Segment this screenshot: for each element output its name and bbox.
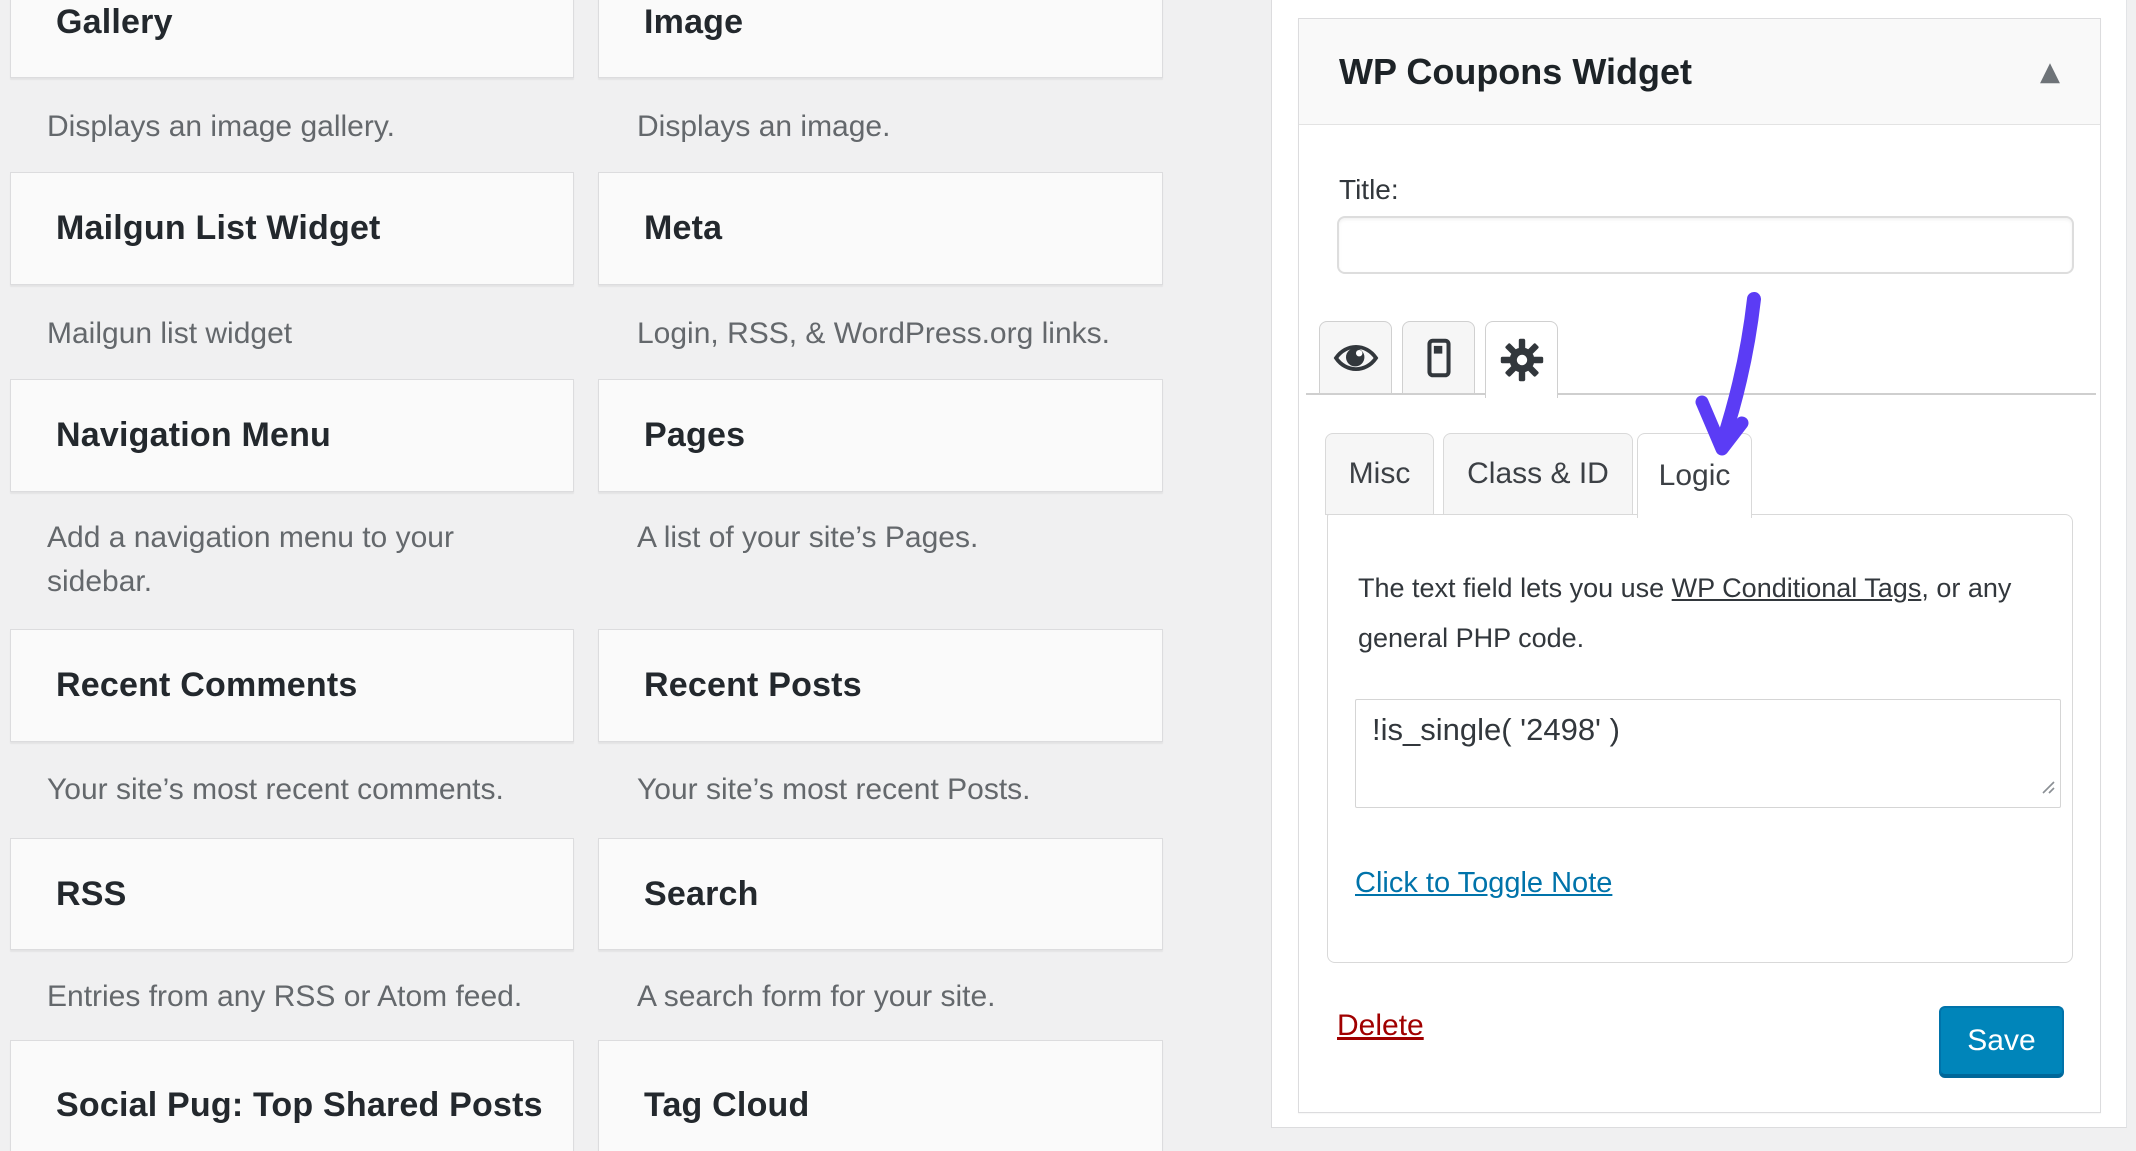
widget-desc-meta: Login, RSS, & WordPress.org links. bbox=[637, 317, 1110, 350]
widget-card-title: RSS bbox=[56, 874, 127, 913]
tab-class-id[interactable]: Class & ID bbox=[1443, 433, 1633, 515]
wordpress-widgets-screen: Gallery Image Displays an image gallery.… bbox=[0, 0, 2136, 1151]
widget-desc-image: Displays an image. bbox=[637, 110, 891, 143]
widget-card-rss[interactable]: RSS bbox=[10, 838, 574, 950]
tab-visibility[interactable] bbox=[1319, 321, 1392, 394]
widget-card-navigation-menu[interactable]: Navigation Menu bbox=[10, 379, 574, 492]
logic-help-text: The text field lets you use WP Condition… bbox=[1358, 563, 2058, 663]
collapse-toggle-icon[interactable]: ▲ bbox=[2040, 57, 2060, 87]
mobile-device-icon bbox=[1417, 336, 1461, 380]
widget-card-mailgun[interactable]: Mailgun List Widget bbox=[10, 172, 574, 285]
logic-tab-panel: The text field lets you use WP Condition… bbox=[1327, 514, 2073, 963]
widget-card-search[interactable]: Search bbox=[598, 838, 1163, 950]
widget-card-recent-comments[interactable]: Recent Comments bbox=[10, 629, 574, 742]
tab-mobile[interactable] bbox=[1402, 321, 1475, 394]
widget-card-title: Recent Posts bbox=[644, 666, 862, 704]
widget-desc-navigation-menu: Add a navigation menu to your sidebar. bbox=[47, 521, 454, 598]
widget-card-meta[interactable]: Meta bbox=[598, 172, 1163, 285]
widget-card-title: Mailgun List Widget bbox=[56, 209, 381, 247]
widget-card-gallery[interactable]: Gallery bbox=[10, 0, 574, 78]
widget-card-title: Tag Cloud bbox=[644, 1085, 810, 1124]
eye-visibility-icon bbox=[1332, 334, 1380, 382]
widget-card-title: Search bbox=[644, 874, 759, 913]
widget-card-pages[interactable]: Pages bbox=[598, 379, 1163, 492]
widget-card-title: Pages bbox=[644, 416, 746, 454]
widget-card-title: Navigation Menu bbox=[56, 416, 332, 454]
widget-desc-rss: Entries from any RSS or Atom feed. bbox=[47, 980, 523, 1013]
resize-grip-icon[interactable] bbox=[2040, 779, 2056, 800]
widget-card-image[interactable]: Image bbox=[598, 0, 1163, 78]
widget-card-title: Social Pug: Top Shared Posts bbox=[56, 1085, 543, 1124]
toggle-note-link[interactable]: Click to Toggle Note bbox=[1355, 867, 1612, 900]
widget-title-input[interactable] bbox=[1337, 216, 2074, 274]
wp-conditional-tags-link[interactable]: WP Conditional Tags bbox=[1672, 573, 1922, 603]
tab-class-id-label: Class & ID bbox=[1467, 457, 1609, 490]
save-button-label: Save bbox=[1967, 1024, 2036, 1057]
widget-card-title: Meta bbox=[644, 209, 723, 247]
delete-link[interactable]: Delete bbox=[1337, 1009, 1424, 1043]
widget-desc-gallery: Displays an image gallery. bbox=[47, 110, 395, 143]
widget-desc-search: A search form for your site. bbox=[637, 980, 996, 1013]
widget-card-title: Gallery bbox=[56, 2, 173, 41]
widget-desc-recent-posts: Your site’s most recent Posts. bbox=[637, 773, 1031, 806]
widget-card-social-pug[interactable]: Social Pug: Top Shared Posts bbox=[10, 1040, 574, 1151]
wp-coupons-widget-box: WP Coupons Widget ▲ Title: Misc Class & … bbox=[1298, 18, 2101, 1113]
title-field-label: Title: bbox=[1339, 174, 1399, 205]
widget-card-title: Recent Comments bbox=[56, 666, 358, 704]
widget-card-recent-posts[interactable]: Recent Posts bbox=[598, 629, 1163, 742]
tab-logic[interactable]: Logic bbox=[1637, 433, 1752, 518]
tab-misc[interactable]: Misc bbox=[1325, 433, 1434, 515]
widget-card-tag-cloud[interactable]: Tag Cloud bbox=[598, 1040, 1163, 1151]
widget-desc-recent-comments: Your site’s most recent comments. bbox=[47, 773, 504, 806]
logic-code-field-wrap: !is_single( '2498' ) bbox=[1355, 699, 2061, 808]
sidebar-widgets-column: WP Coupons Widget ▲ Title: Misc Class & … bbox=[1271, 0, 2127, 1128]
widget-desc-mailgun: Mailgun list widget bbox=[47, 317, 293, 350]
tab-misc-label: Misc bbox=[1348, 457, 1411, 490]
gear-settings-icon bbox=[1498, 336, 1546, 384]
widget-title: WP Coupons Widget bbox=[1339, 50, 1692, 92]
tab-logic-label: Logic bbox=[1658, 459, 1731, 492]
logic-code-textarea[interactable]: !is_single( '2498' ) bbox=[1355, 699, 2061, 808]
tab-settings[interactable] bbox=[1485, 321, 1558, 398]
logic-help-text-start: The text field lets you use bbox=[1358, 573, 1672, 603]
widget-card-title: Image bbox=[644, 2, 744, 41]
widget-header[interactable]: WP Coupons Widget ▲ bbox=[1299, 19, 2100, 125]
save-button[interactable]: Save bbox=[1939, 1006, 2064, 1076]
widget-desc-pages: A list of your site’s Pages. bbox=[637, 521, 979, 554]
